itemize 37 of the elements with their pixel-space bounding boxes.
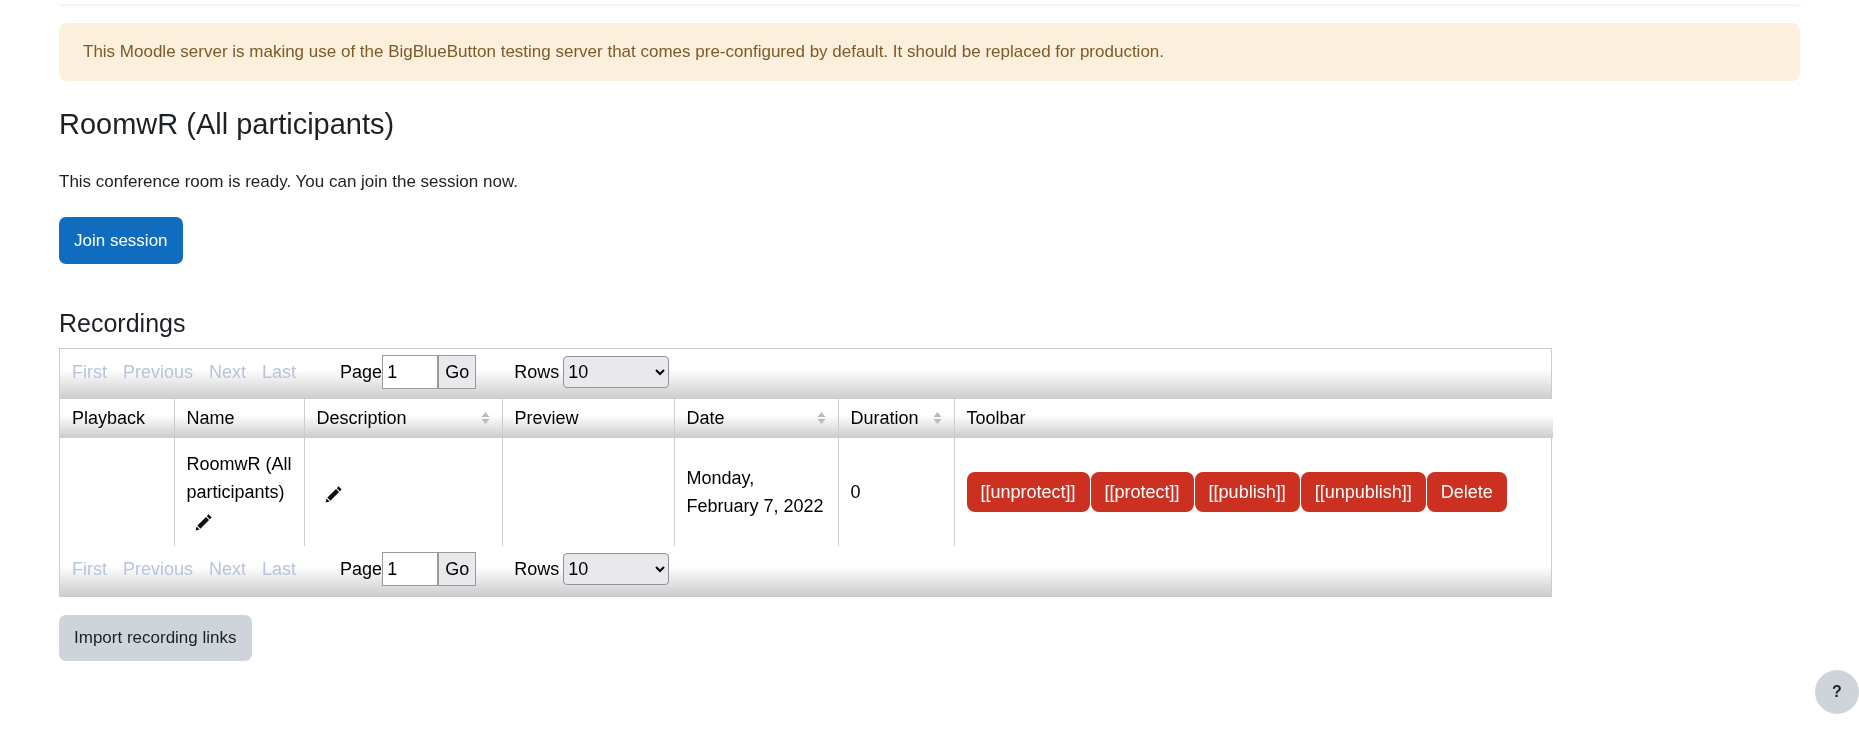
recording-name: RoomwR (All participants) bbox=[186, 453, 292, 505]
column-header[interactable]: Date bbox=[674, 399, 838, 439]
page-label: Page bbox=[340, 360, 383, 384]
toolbar-button[interactable]: Delete bbox=[1426, 472, 1507, 513]
rows-label: Rows bbox=[514, 360, 560, 384]
rows-select[interactable]: 10 bbox=[563, 553, 670, 586]
toolbar-button[interactable]: [[publish]] bbox=[1194, 472, 1300, 513]
sort-icon[interactable] bbox=[932, 411, 942, 426]
join-session-button[interactable]: Join session bbox=[59, 216, 183, 265]
toolbar-button[interactable]: [[protect]] bbox=[1090, 472, 1194, 513]
section-heading: Recordings bbox=[59, 308, 187, 339]
go-button[interactable]: Go bbox=[438, 355, 477, 390]
sort-icon[interactable] bbox=[480, 411, 490, 426]
column-header[interactable]: Duration bbox=[838, 399, 954, 439]
pencil-icon[interactable] bbox=[324, 484, 343, 503]
rows-label: Rows bbox=[514, 557, 560, 581]
page-input[interactable]: 1 bbox=[382, 355, 439, 390]
column-header: Preview bbox=[502, 399, 674, 439]
page-label: Page bbox=[340, 557, 383, 581]
column-header: Toolbar bbox=[954, 399, 1553, 439]
import-recordings-button[interactable]: Import recording links bbox=[59, 615, 252, 661]
status-text: This conference room is ready. You can join the session now. bbox=[59, 171, 519, 194]
recording-duration: 0 bbox=[850, 482, 861, 503]
help-button[interactable]: ? bbox=[1815, 670, 1859, 714]
toolbar-button[interactable]: [[unpublish]] bbox=[1300, 472, 1426, 513]
sort-icon[interactable] bbox=[816, 411, 826, 426]
go-button[interactable]: Go bbox=[438, 552, 477, 587]
pencil-icon[interactable] bbox=[194, 512, 213, 531]
rows-select[interactable]: 10 bbox=[563, 356, 670, 389]
page-input[interactable]: 1 bbox=[382, 552, 439, 587]
recording-date: Monday, February 7, 2022 bbox=[686, 468, 824, 517]
toolbar-button[interactable]: [[unprotect]] bbox=[966, 472, 1090, 513]
column-header: Name bbox=[174, 399, 304, 439]
alert-message: This Moodle server is making use of the BigBlueButton testing server that comes pre-configured by default. It should be replaced for production. bbox=[59, 23, 1800, 81]
column-header[interactable]: Description bbox=[304, 399, 502, 439]
column-header: Playback bbox=[60, 399, 174, 439]
page-title: RoomwR (All participants) bbox=[59, 106, 396, 142]
